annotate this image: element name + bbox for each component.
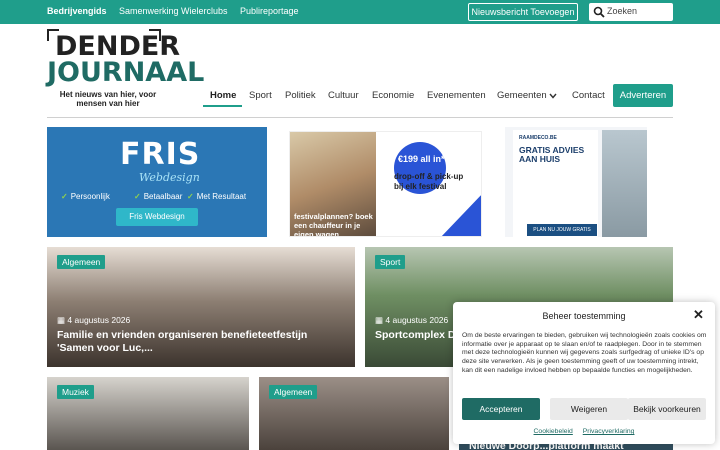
ad-raamdeco-headline: GRATIS ADVIES AAN HUIS bbox=[519, 145, 585, 164]
ad-raamdeco-photo bbox=[602, 130, 647, 237]
topbar-link-publireportage[interactable]: Publireportage bbox=[240, 6, 299, 16]
nav-sport[interactable]: Sport bbox=[249, 90, 272, 101]
logo-journaal: JOURNAAL bbox=[47, 57, 205, 88]
ad-festival-photo-text: festivalplannen? boek een chauffeur in j… bbox=[294, 212, 373, 237]
ad-festival-price: €199 all in* bbox=[398, 154, 445, 164]
ad-festival-chauffeur[interactable]: festivalplannen? boek een chauffeur in j… bbox=[289, 131, 482, 237]
ad-raamdeco-brand: RAAMDECO.BE bbox=[519, 135, 557, 141]
article-card[interactable]: Muziek bbox=[47, 377, 249, 450]
search-icon bbox=[593, 6, 605, 18]
nav-contact[interactable]: Contact bbox=[572, 90, 605, 101]
nav-politiek[interactable]: Politiek bbox=[285, 90, 316, 101]
topbar-link-bedrijvengids[interactable]: Bedrijvengids bbox=[47, 6, 107, 16]
ad-festival-shape bbox=[440, 192, 481, 236]
logo-tagline: Het nieuws van hier, voor mensen van hie… bbox=[59, 90, 157, 108]
ad-festival-line1: drop-off & pick-up bbox=[394, 172, 464, 181]
nav-evenementen[interactable]: Evenementen bbox=[427, 90, 486, 101]
nav-active-indicator bbox=[203, 105, 242, 107]
article-card[interactable]: Algemeen ▦ 4 augustus 2026 Familie en vr… bbox=[47, 247, 355, 367]
ad-raamdeco-panel: RAAMDECO.BE GRATIS ADVIES AAN HUIS PLAN … bbox=[513, 130, 598, 237]
nav-economie[interactable]: Economie bbox=[372, 90, 414, 101]
category-badge[interactable]: Muziek bbox=[57, 385, 94, 399]
top-bar: Bedrijvengids Samenwerking Wielerclubs P… bbox=[0, 0, 720, 24]
category-badge[interactable]: Sport bbox=[375, 255, 406, 269]
article-title[interactable]: Familie en vrienden organiseren benefiet… bbox=[57, 329, 337, 355]
category-badge[interactable]: Algemeen bbox=[57, 255, 106, 269]
search-placeholder: Zoeken bbox=[607, 6, 638, 16]
article-date: ▦ 4 augustus 2026 bbox=[57, 315, 131, 325]
accept-button[interactable]: Accepteren bbox=[462, 398, 540, 420]
nav-gemeenten[interactable]: Gemeenten bbox=[497, 90, 547, 101]
calendar-icon: ▦ bbox=[375, 315, 386, 325]
ad-raamdeco-button[interactable]: PLAN NU JOUW GRATIS AFSPRAAK bbox=[527, 224, 597, 236]
ad-festival-line2: bij elk festival bbox=[394, 182, 447, 191]
ad-fris-feature: ✓ Betaalbaar bbox=[134, 192, 183, 201]
ad-fris-sub: Webdesign bbox=[139, 171, 200, 184]
ad-fris-webdesign[interactable]: FRIS Webdesign ✓ Persoonlijk ✓ Betaalbaar … bbox=[47, 127, 267, 237]
consent-title: Beheer toestemming bbox=[542, 311, 626, 321]
ad-fris-feature: ✓ Met Resultaat bbox=[187, 192, 247, 201]
nav-cultuur[interactable]: Cultuur bbox=[328, 90, 359, 101]
deny-button[interactable]: Weigeren bbox=[550, 398, 628, 420]
calendar-icon: ▦ bbox=[57, 315, 68, 325]
privacy-link[interactable]: Privacyverklaring bbox=[583, 428, 635, 435]
article-card[interactable]: Algemeen bbox=[259, 377, 449, 450]
check-icon: ✓ bbox=[187, 192, 194, 201]
category-badge[interactable]: Algemeen bbox=[269, 385, 318, 399]
consent-links: Cookiebeleid Privacyverklaring bbox=[453, 428, 715, 435]
close-icon[interactable]: ✕ bbox=[693, 307, 704, 323]
consent-text: Om de beste ervaringen te bieden, gebrui… bbox=[462, 332, 707, 374]
ad-fris-button[interactable]: Fris Webdesign bbox=[116, 208, 198, 226]
newsletter-button[interactable]: Nieuwsbericht Toevoegen bbox=[468, 3, 578, 21]
cookie-policy-link[interactable]: Cookiebeleid bbox=[534, 428, 573, 435]
topbar-link-wielerclubs[interactable]: Samenwerking Wielerclubs bbox=[119, 6, 228, 16]
view-preferences-button[interactable]: Bekijk voorkeuren bbox=[628, 398, 706, 420]
nav-home[interactable]: Home bbox=[210, 90, 236, 101]
advertise-button[interactable]: Adverteren bbox=[613, 84, 673, 107]
ad-fris-brand: FRIS bbox=[120, 137, 201, 172]
chevron-down-icon bbox=[549, 93, 557, 99]
ad-festival-photo: festivalplannen? boek een chauffeur in j… bbox=[290, 132, 376, 237]
header-divider bbox=[47, 117, 673, 118]
ad-fris-feature: ✓ Persoonlijk bbox=[61, 192, 110, 201]
cookie-consent-dialog: Beheer toestemming ✕ Om de beste ervarin… bbox=[453, 302, 715, 444]
search-input[interactable]: Zoeken bbox=[589, 3, 673, 21]
check-icon: ✓ bbox=[134, 192, 141, 201]
site-logo[interactable]: DENDER JOURNAAL Het nieuws van hier, voo… bbox=[47, 29, 204, 108]
check-icon: ✓ bbox=[61, 192, 68, 201]
ad-raamdeco[interactable]: RAAMDECO.BE GRATIS ADVIES AAN HUIS PLAN … bbox=[505, 127, 647, 237]
article-date: ▦ 4 augustus 2026 bbox=[375, 315, 449, 325]
